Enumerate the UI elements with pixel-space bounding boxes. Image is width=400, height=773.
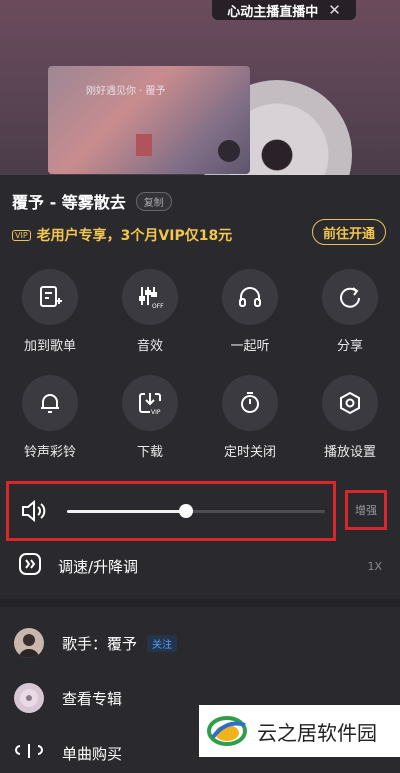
now-playing-backdrop: 心动主播直播中 ✕ 刚好遇见你 · 覆予 [0, 0, 400, 175]
enhance-label: 增强 [355, 504, 377, 517]
action-label: 分享 [336, 339, 363, 354]
action-label: 一起听 [230, 339, 270, 354]
action-download[interactable]: VIP 下载 [100, 375, 200, 481]
add-to-playlist-icon [22, 269, 78, 325]
action-play-settings[interactable]: 播放设置 [300, 375, 400, 481]
copy-button[interactable]: 复制 [135, 191, 172, 211]
svg-text:OFF: OFF [152, 303, 164, 310]
action-label: 加到歌单 [23, 339, 76, 354]
timer-icon [222, 375, 278, 431]
cover-text: 刚好遇见你 · 覆予 [86, 86, 166, 97]
vip-open-button[interactable]: 前往开通 [311, 219, 386, 245]
live-notice[interactable]: 心动主播直播中 ✕ [212, 0, 356, 20]
action-label: 铃声彩铃 [23, 445, 76, 460]
watermark: 云之居软件园 [199, 705, 400, 757]
speed-icon [18, 552, 42, 580]
action-listen-together[interactable]: 一起听 [200, 269, 300, 375]
action-ringtone[interactable]: 铃声彩铃 [0, 375, 100, 481]
action-label: 音效 [136, 339, 163, 354]
watermark-text: 云之居软件园 [257, 720, 377, 745]
album-thumbnail [14, 683, 44, 713]
watermark-logo-icon [207, 716, 247, 746]
action-grid: 加到歌单 OFF 音效 一起听 分享 铃声彩铃 VIP 下载 定时关闭 播放设置 [0, 269, 400, 481]
speed-pitch-label: 调速/升降调 [58, 557, 139, 576]
singer-avatar [14, 628, 44, 658]
action-label: 播放设置 [323, 445, 376, 460]
cover-art-door [136, 134, 152, 156]
section-divider [0, 599, 400, 607]
action-add-to-playlist[interactable]: 加到歌单 [0, 269, 100, 375]
action-label: 下载 [136, 445, 163, 460]
cover-art-figure [218, 140, 240, 162]
action-sound-effect[interactable]: OFF 音效 [100, 269, 200, 375]
action-share[interactable]: 分享 [300, 269, 400, 375]
speed-value: 1X [367, 559, 382, 573]
live-notice-label: 心动主播直播中 [227, 4, 319, 20]
list-item-singer[interactable]: 歌手：覆予 关注 [14, 623, 386, 663]
bell-icon [22, 375, 78, 431]
volume-slider-thumb[interactable] [178, 504, 193, 518]
close-icon[interactable]: ✕ [328, 1, 341, 19]
volume-icon [19, 498, 49, 528]
headphones-icon [222, 269, 278, 325]
equalizer-off-icon: OFF [122, 269, 178, 325]
more-actions-sheet: 覆予 - 等雾散去 复制 VIP 老用户专享，3个月VIP仅18元 前往开通 加… [0, 175, 400, 763]
action-sleep-timer[interactable]: 定时关闭 [200, 375, 300, 481]
purchase-label: 单曲购买 [62, 744, 123, 763]
album-cover: 刚好遇见你 · 覆予 [48, 66, 250, 174]
singer-label: 歌手：覆予 [62, 634, 138, 653]
song-header: 覆予 - 等雾散去 复制 [12, 189, 172, 213]
volume-slider[interactable] [67, 504, 325, 518]
follow-button[interactable]: 关注 [147, 634, 178, 652]
download-vip-icon: VIP [122, 375, 178, 431]
album-label: 查看专辑 [62, 689, 123, 708]
music-purchase-icon [14, 738, 44, 768]
speed-pitch-row[interactable]: 调速/升降调 1X [18, 551, 382, 581]
song-title: 覆予 - 等雾散去 [12, 193, 126, 212]
vip-promo: VIP 老用户专享，3个月VIP仅18元 前往开通 [12, 219, 388, 247]
vip-promo-text: 老用户专享，3个月VIP仅18元 [36, 228, 233, 244]
action-label: 定时关闭 [223, 445, 276, 460]
vip-tag: VIP [12, 229, 31, 241]
settings-icon [322, 375, 378, 431]
share-icon [322, 269, 378, 325]
volume-enhance-button[interactable]: 增强 [345, 490, 387, 530]
svg-text:VIP: VIP [151, 409, 161, 416]
volume-control [6, 481, 336, 541]
volume-slider-fill [67, 510, 186, 513]
